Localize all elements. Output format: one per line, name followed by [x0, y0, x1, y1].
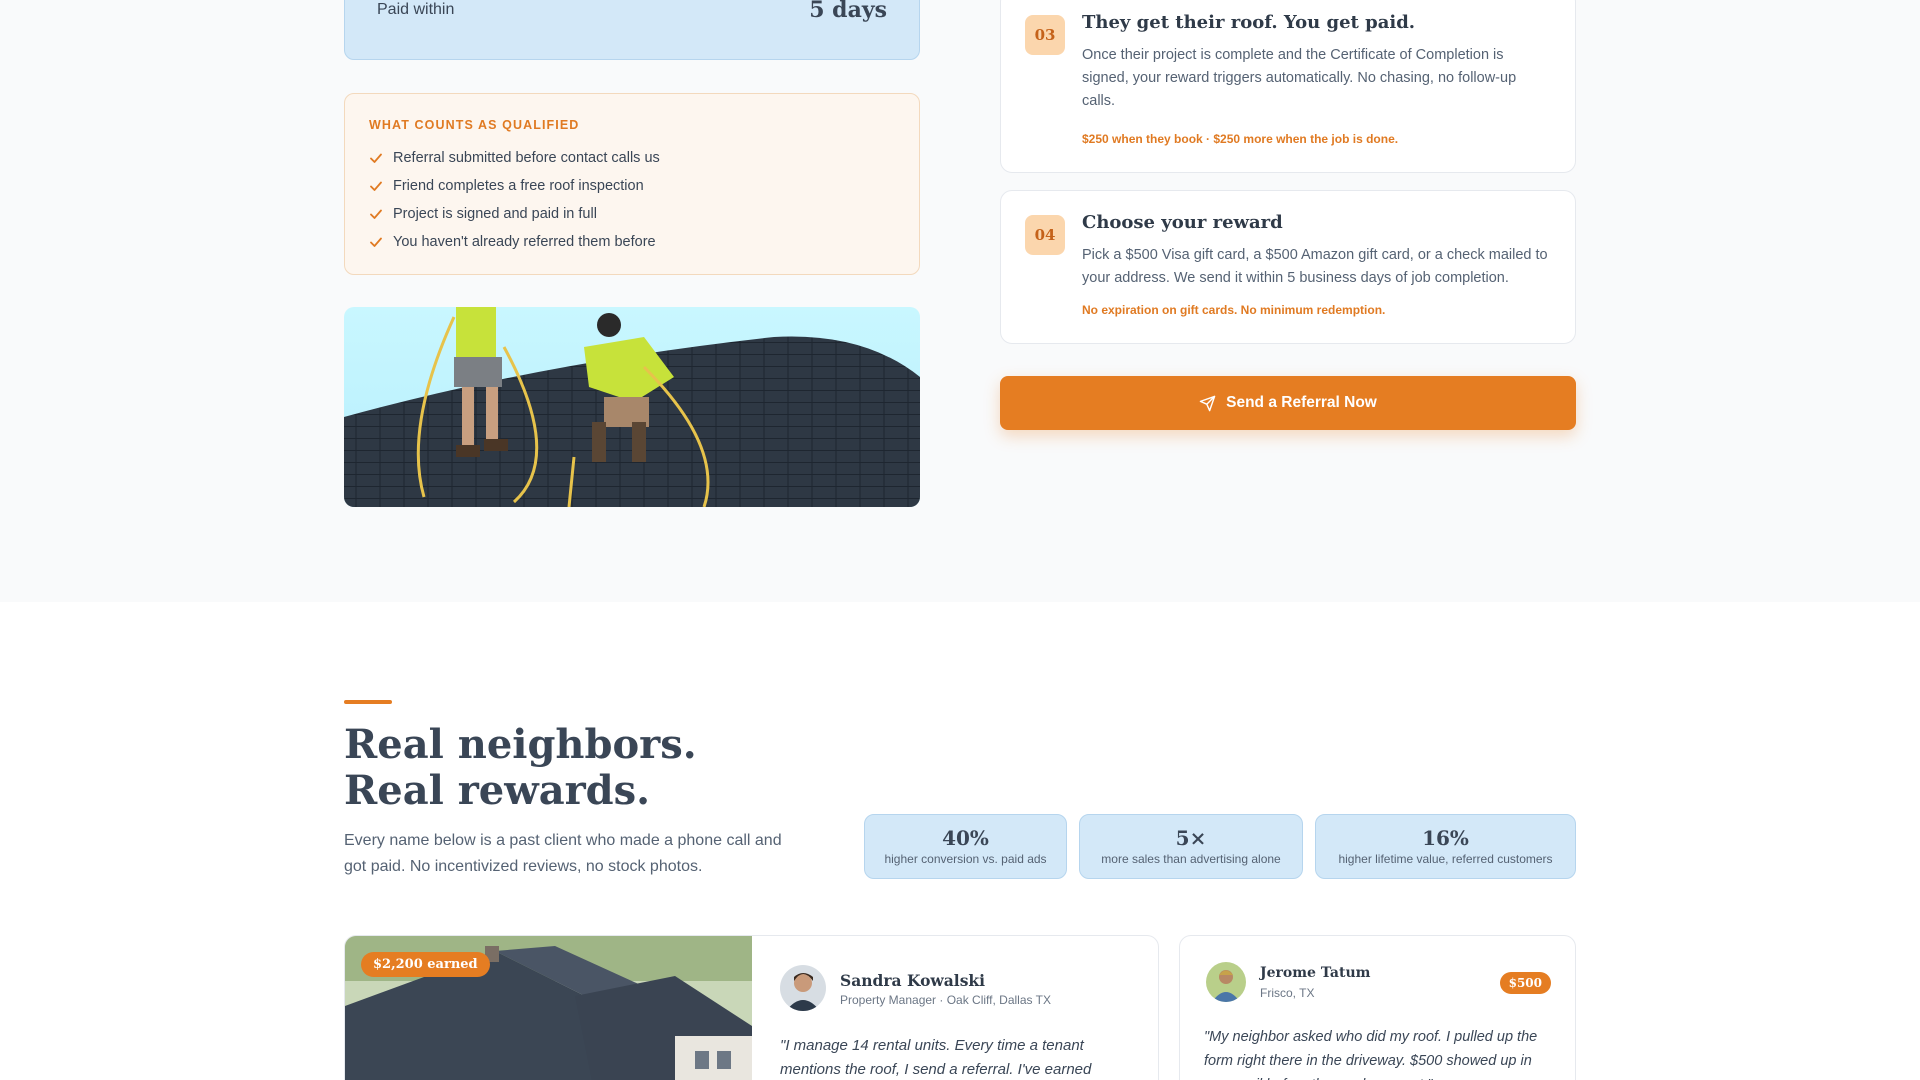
stat-card-lifetime-value: 16% higher lifetime value, referred cust…	[1315, 814, 1576, 879]
headline-line-2: Real rewards.	[344, 767, 651, 814]
step-description: Pick a $500 Visa gift card, a $500 Amazo…	[1082, 247, 1548, 286]
step-note: $250 when they book · $250 more when the…	[1082, 132, 1399, 146]
testimonial-quote: "I manage 14 rental units. Every time a …	[780, 1037, 1092, 1078]
headline-line-1: Real neighbors.	[344, 721, 697, 768]
earned-badge: $2,200 earned	[361, 952, 490, 977]
avatar	[780, 965, 826, 1011]
testimonial-card-featured: $2,200 earned Sandra Kowalski Property M…	[344, 935, 1159, 1080]
paid-within-value: 5 days	[809, 0, 887, 23]
testimonial-card: Jerome Tatum Frisco, TX $500 "My neighbo…	[1179, 935, 1576, 1080]
stat-value: 40%	[942, 826, 989, 850]
steps-section: Paid within 5 days WHAT COUNTS AS QUALIF…	[0, 0, 1920, 602]
qualified-item-label: Referral submitted before contact calls …	[393, 150, 660, 166]
house-photo: $2,200 earned	[345, 936, 752, 1080]
avatar	[1206, 962, 1246, 1002]
step-description: Once their project is complete and the C…	[1082, 47, 1517, 109]
stat-value: 16%	[1422, 826, 1469, 850]
testimonial-quote: "My neighbor asked who did my roof. I pu…	[1204, 1029, 1538, 1080]
roofers-photo	[344, 307, 920, 507]
qualified-criteria-box: WHAT COUNTS AS QUALIFIED Referral submit…	[344, 93, 920, 275]
amount-badge: $500	[1499, 972, 1551, 994]
step-card-04: 04 Choose your reward Pick a $500 Visa g…	[1000, 190, 1576, 344]
check-icon	[369, 235, 383, 249]
section-headline: Real neighbors. Real rewards.	[344, 722, 697, 814]
testimonial-name: Jerome Tatum	[1260, 965, 1371, 981]
send-referral-label: Send a Referral Now	[1226, 394, 1377, 411]
qualified-item: You haven't already referred them before	[369, 228, 895, 256]
step-title: Choose your reward	[1082, 212, 1283, 233]
qualified-item-label: Project is signed and paid in full	[393, 206, 597, 222]
qualified-item-label: You haven't already referred them before	[393, 234, 656, 250]
qualified-item: Friend completes a free roof inspection	[369, 172, 895, 200]
section-intro: Every name below is a past client who ma…	[344, 832, 782, 875]
step-title: They get their roof. You get paid.	[1082, 12, 1416, 33]
testimonial-name: Sandra Kowalski	[840, 971, 986, 990]
stat-value: 5×	[1175, 826, 1207, 850]
qualified-title: WHAT COUNTS AS QUALIFIED	[369, 118, 580, 132]
testimonial-role: Property Manager · Oak Cliff, Dallas TX	[840, 993, 1051, 1007]
check-icon	[369, 207, 383, 221]
send-icon	[1199, 395, 1216, 411]
social-proof-section: Real neighbors. Real rewards. Every name…	[0, 602, 1920, 1080]
check-icon	[369, 179, 383, 193]
testimonial-role: Frisco, TX	[1260, 986, 1315, 1000]
qualified-item: Project is signed and paid in full	[369, 200, 895, 228]
accent-divider	[344, 700, 392, 704]
qualified-item: Referral submitted before contact calls …	[369, 144, 895, 172]
step-number-badge: 04	[1025, 215, 1065, 255]
stat-label: higher lifetime value, referred customer…	[1338, 852, 1553, 866]
step-note: No expiration on gift cards. No minimum …	[1082, 303, 1386, 317]
step-card-03: 03 They get their roof. You get paid. On…	[1000, 0, 1576, 173]
send-referral-button[interactable]: Send a Referral Now	[1000, 376, 1576, 430]
paid-within-card: Paid within 5 days	[344, 0, 920, 60]
check-icon	[369, 151, 383, 165]
stat-label: more sales than advertising alone	[1101, 852, 1281, 866]
stat-card-sales: 5× more sales than advertising alone	[1079, 814, 1303, 879]
qualified-item-label: Friend completes a free roof inspection	[393, 178, 644, 194]
step-number-badge: 03	[1025, 15, 1065, 55]
paid-within-label: Paid within	[377, 1, 455, 18]
stat-card-conversion: 40% higher conversion vs. paid ads	[864, 814, 1067, 879]
stat-label: higher conversion vs. paid ads	[884, 852, 1047, 866]
